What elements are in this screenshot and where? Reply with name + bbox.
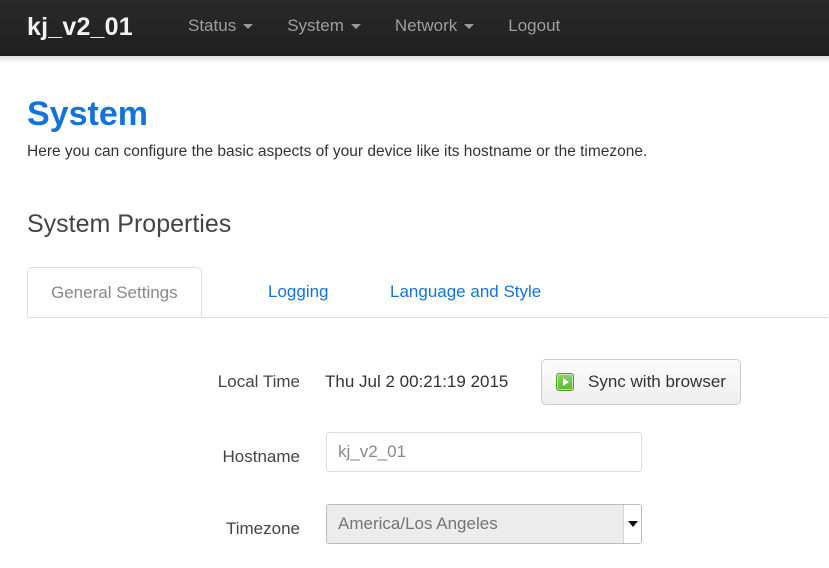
navbar-menu: Status System Network Logout (188, 14, 577, 38)
timezone-select[interactable]: America/Los Angeles (326, 504, 642, 544)
nav-item-logout[interactable]: Logout (491, 14, 577, 38)
nav-item-logout-label: Logout (508, 16, 561, 35)
timezone-selected-value: America/Los Angeles (338, 514, 498, 533)
tab-bar: General Settings Logging Language and St… (27, 267, 828, 318)
nav-item-system[interactable]: System (270, 14, 378, 38)
top-navbar: kj_v2_01 Status System Network Logout (0, 0, 829, 56)
tab-language-and-style[interactable]: Language and Style (367, 267, 564, 317)
chevron-down-icon (464, 23, 475, 29)
navbar-brand[interactable]: kj_v2_01 (27, 11, 133, 43)
hostname-label: Hostname (222, 447, 300, 466)
chevron-down-icon (627, 521, 638, 527)
general-settings-form: Local Time Thu Jul 2 00:21:19 2015 Sync … (0, 352, 829, 568)
form-row-hostname: Hostname (0, 424, 829, 496)
section-title: System Properties (27, 210, 232, 238)
nav-item-system-label: System (287, 16, 344, 35)
play-square-green-icon (556, 373, 574, 391)
local-time-value: Thu Jul 2 00:21:19 2015 (325, 372, 509, 391)
form-row-local-time: Local Time Thu Jul 2 00:21:19 2015 Sync … (0, 352, 829, 424)
navbar-shadow (0, 56, 829, 63)
sync-with-browser-button[interactable]: Sync with browser (541, 359, 741, 405)
form-row-timezone: Timezone America/Los Angeles (0, 496, 829, 568)
timezone-select-arrow[interactable] (623, 505, 641, 543)
tab-logging[interactable]: Logging (245, 267, 352, 317)
tab-general-settings[interactable]: General Settings (27, 267, 202, 317)
timezone-label: Timezone (225, 519, 300, 538)
hostname-input[interactable] (326, 432, 642, 472)
nav-item-network-label: Network (394, 16, 458, 35)
local-time-label: Local Time (217, 372, 300, 391)
nav-item-network[interactable]: Network (378, 14, 491, 38)
chevron-down-icon (243, 23, 254, 29)
chevron-down-icon (350, 23, 361, 29)
nav-item-status-label: Status (188, 16, 237, 35)
nav-item-status[interactable]: Status (188, 14, 270, 38)
page-description: Here you can configure the basic aspects… (27, 143, 648, 160)
page-title: System (27, 95, 148, 133)
sync-with-browser-label: Sync with browser (588, 372, 726, 391)
